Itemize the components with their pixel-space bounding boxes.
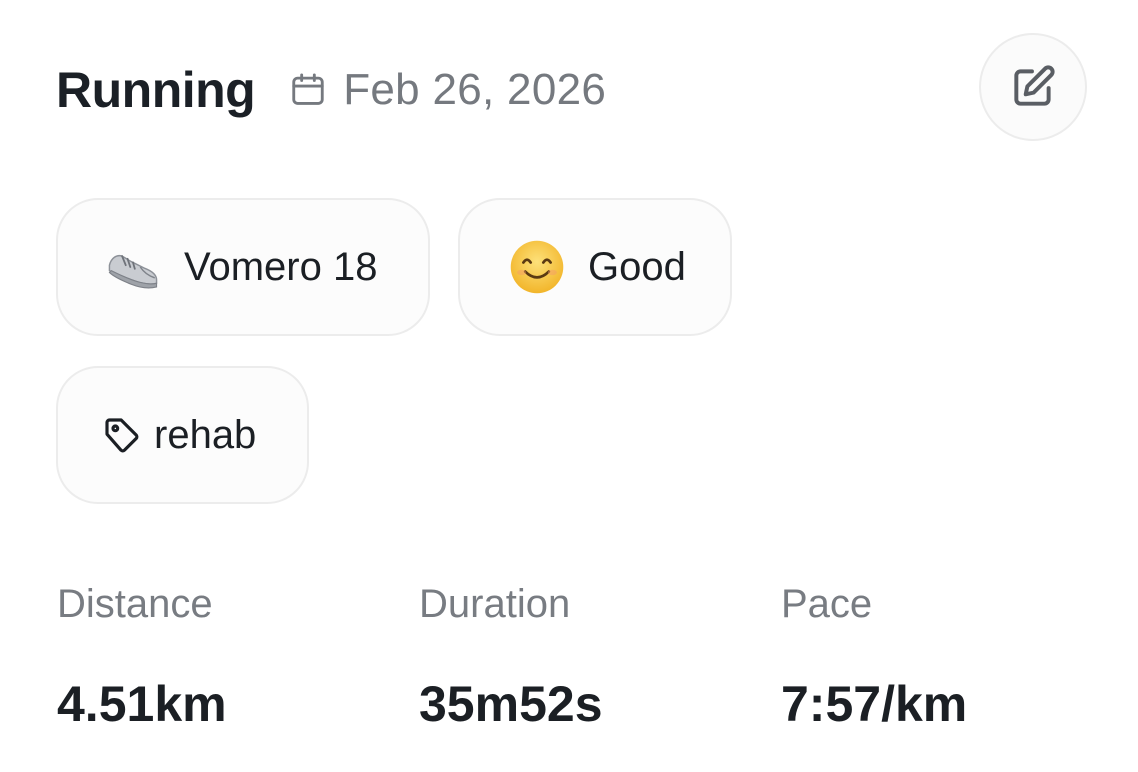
distance-label: Distance bbox=[57, 582, 213, 626]
distance-stat: Distance 4.51km bbox=[57, 580, 227, 734]
running-shoe-icon bbox=[108, 254, 158, 289]
edit-icon bbox=[1014, 65, 1055, 106]
duration-value: 35m52s bbox=[419, 676, 603, 732]
tag-chip[interactable]: rehab bbox=[56, 366, 309, 504]
mood-chip-label: Good bbox=[588, 244, 686, 289]
mood-chip[interactable]: Good bbox=[458, 198, 732, 336]
tag-chip-label: rehab bbox=[154, 412, 257, 457]
activity-header: Running Feb 26, 2026 bbox=[56, 58, 606, 122]
pace-value: 7:57/km bbox=[781, 676, 968, 732]
shoe-chip[interactable]: Vomero 18 bbox=[56, 198, 430, 336]
activity-date-text: Feb 26, 2026 bbox=[343, 65, 607, 114]
tag-icon bbox=[105, 418, 139, 453]
pace-label: Pace bbox=[781, 582, 873, 626]
duration-stat: Duration 35m52s bbox=[419, 580, 603, 734]
edit-button[interactable] bbox=[979, 33, 1087, 141]
calendar-icon bbox=[292, 73, 324, 105]
shoe-chip-label: Vomero 18 bbox=[184, 244, 378, 289]
pace-stat: Pace 7:57/km bbox=[781, 580, 967, 734]
activity-date: Feb 26, 2026 bbox=[289, 65, 606, 115]
activity-card: Running Feb 26, 2026 Vomero 18 Good reha… bbox=[0, 0, 1138, 772]
smiling-face-icon bbox=[510, 240, 564, 294]
distance-value: 4.51km bbox=[57, 676, 227, 732]
duration-label: Duration bbox=[419, 582, 571, 626]
activity-title: Running bbox=[56, 62, 256, 118]
